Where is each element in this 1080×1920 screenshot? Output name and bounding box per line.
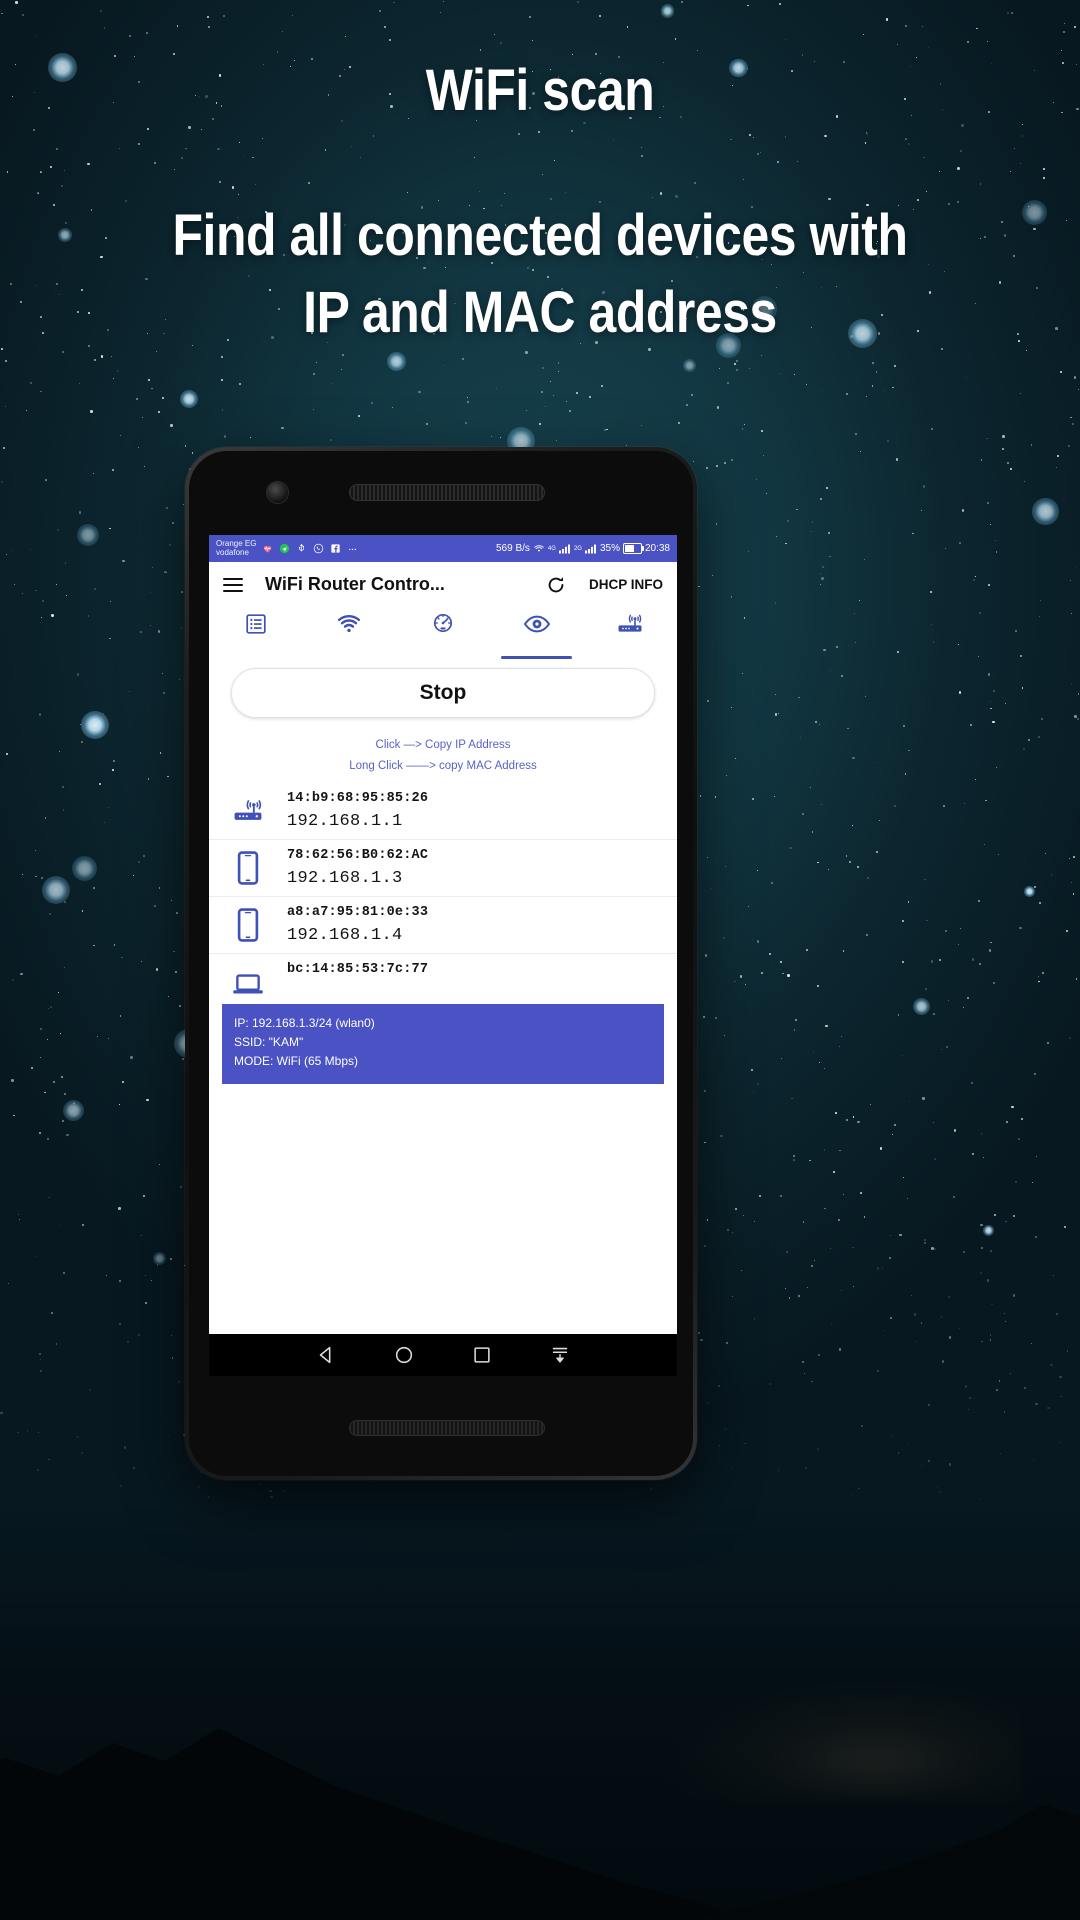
phone-icon [237, 907, 259, 942]
phone-icon [237, 850, 259, 885]
info-mode-line: MODE: WiFi (65 Mbps) [234, 1054, 359, 1069]
refresh-icon [548, 576, 564, 592]
earpiece-speaker-grille [349, 484, 545, 501]
hint-copy-mac: Long Click ——> copy MAC Address [349, 760, 537, 773]
status-bar-right: 569 B/s 4G 2G 35% 20:38 [496, 543, 670, 554]
location-icon [280, 543, 290, 554]
promo-text-block: WiFi scan Find all connected devices wit… [0, 0, 1080, 351]
table-row[interactable]: bc:14:85:53:7c:77 [209, 954, 677, 998]
recents-square-icon[interactable] [471, 1344, 493, 1366]
promo-title: WiFi scan [425, 58, 655, 123]
eye-icon [523, 615, 550, 633]
hide-navbar-icon[interactable] [549, 1344, 571, 1366]
device-icon-cell [209, 850, 287, 885]
phone-bottom-bezel [189, 1390, 693, 1476]
page-title: WiFi Router Contro... [265, 574, 445, 594]
status-notification-icons [262, 543, 358, 554]
app-bar: WiFi Router Contro... DHCP INFO [209, 562, 677, 607]
phone-mockup: Orange EG vodafone 569 B/s 4G 2G 35% 20:… [185, 447, 697, 1480]
network-speed-label: 569 B/s [496, 543, 530, 554]
promo-subtitle: Find all connected devices with IP and M… [76, 198, 1005, 351]
whatsapp-icon [314, 543, 324, 554]
router-icon [618, 614, 642, 632]
tab-wifi[interactable] [303, 607, 397, 659]
stop-scan-button[interactable]: Stop [231, 668, 655, 718]
facebook-icon [331, 544, 341, 553]
front-camera-icon [267, 482, 288, 503]
device-list: 14:b9:68:95:85:26 192.168.1.1 78:62:56:B… [209, 783, 677, 998]
laptop-icon [233, 973, 263, 994]
device-text-cell: 14:b9:68:95:85:26 192.168.1.1 [287, 791, 428, 831]
android-navigation-bar [209, 1334, 677, 1376]
device-mac: bc:14:85:53:7c:77 [287, 961, 429, 977]
wifi-icon [534, 545, 544, 552]
signal-bars-icon-1 [558, 544, 570, 553]
carrier-line-2: vodafone [216, 547, 249, 557]
device-text-cell: a8:a7:95:81:0e:33 192.168.1.4 [287, 905, 428, 945]
tab-list[interactable] [209, 607, 303, 659]
device-ip: 192.168.1.1 [287, 811, 403, 831]
device-mac: a8:a7:95:81:0e:33 [287, 904, 429, 920]
wifi-icon [338, 615, 361, 633]
hint-block: Click —> Copy IP Address Long Click ——> … [209, 718, 677, 778]
carrier-label: Orange EG vodafone [216, 539, 256, 557]
tab-indicator [501, 656, 573, 659]
refresh-button[interactable] [545, 574, 567, 596]
scan-content: Stop Click —> Copy IP Address Long Click… [209, 654, 677, 1084]
promo-subtitle-line2: IP and MAC address [303, 279, 777, 345]
device-ip: 192.168.1.3 [287, 868, 403, 888]
bottom-speaker-grille [349, 1420, 545, 1436]
device-icon-cell [209, 954, 287, 998]
table-row[interactable]: a8:a7:95:81:0e:33 192.168.1.4 [209, 897, 677, 954]
sim2-network-label: 2G [573, 545, 582, 552]
heart-rate-icon [264, 545, 272, 553]
phone-screen: Orange EG vodafone 569 B/s 4G 2G 35% 20:… [209, 535, 677, 1376]
promo-subtitle-line1: Find all connected devices with [172, 203, 908, 268]
clock-label: 20:38 [644, 543, 670, 554]
device-icon-cell [209, 797, 287, 825]
back-triangle-icon[interactable] [315, 1344, 337, 1366]
phone-top-bezel [189, 451, 693, 535]
table-row[interactable]: 14:b9:68:95:85:26 192.168.1.1 [209, 783, 677, 840]
battery-percent-label: 35% [599, 543, 620, 554]
router-icon [234, 799, 262, 820]
hamburger-menu-icon[interactable] [223, 577, 243, 592]
tab-bar [209, 607, 677, 659]
sim1-network-label: 4G [547, 545, 556, 552]
more-icon [349, 548, 357, 551]
dhcp-info-button[interactable]: DHCP INFO [589, 577, 663, 592]
tab-scan[interactable] [490, 607, 584, 659]
info-ip-line: IP: 192.168.1.3/24 (wlan0) [234, 1015, 375, 1030]
device-text-cell: 78:62:56:B0:62:AC 192.168.1.3 [287, 848, 428, 888]
tab-speed[interactable] [396, 607, 490, 659]
signal-bars-icon-2 [584, 544, 596, 553]
speedometer-icon [433, 613, 453, 633]
status-bar: Orange EG vodafone 569 B/s 4G 2G 35% 20:… [209, 535, 677, 562]
list-icon [246, 614, 266, 634]
phone-body: Orange EG vodafone 569 B/s 4G 2G 35% 20:… [189, 451, 693, 1476]
usb-icon [299, 543, 305, 552]
info-ssid-line: SSID: "KAM" [234, 1034, 304, 1049]
connection-info-box: IP: 192.168.1.3/24 (wlan0) SSID: "KAM" M… [222, 1003, 664, 1084]
hint-copy-ip: Click —> Copy IP Address [375, 739, 511, 751]
device-text-cell: bc:14:85:53:7c:77 [287, 954, 428, 977]
battery-charging-icon [622, 543, 644, 554]
device-icon-cell [209, 907, 287, 942]
device-mac: 14:b9:68:95:85:26 [287, 790, 429, 806]
scan-button-wrap: Stop [209, 654, 677, 718]
home-circle-icon[interactable] [393, 1344, 415, 1366]
device-mac: 78:62:56:B0:62:AC [287, 847, 429, 863]
tab-router[interactable] [583, 607, 677, 659]
device-ip: 192.168.1.4 [287, 925, 403, 945]
table-row[interactable]: 78:62:56:B0:62:AC 192.168.1.3 [209, 840, 677, 897]
